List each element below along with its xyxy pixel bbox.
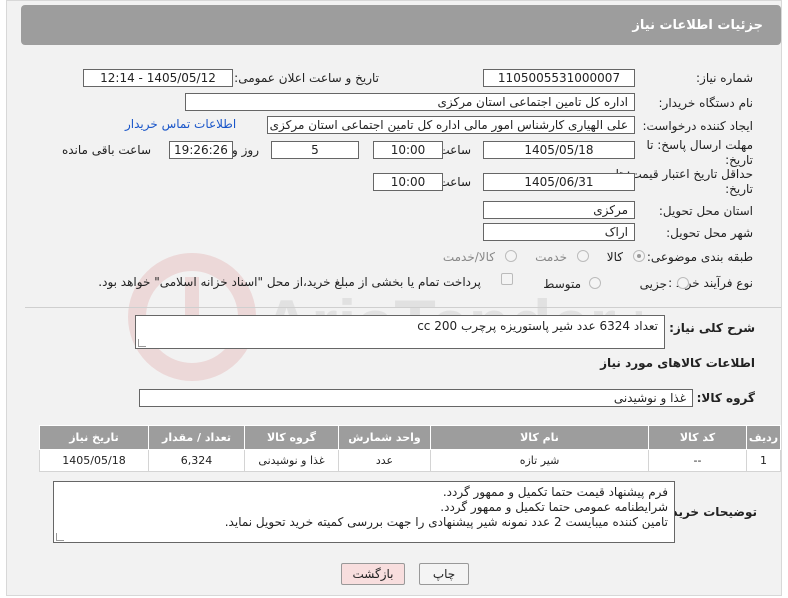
table-row: 1 -- شیر تازه عدد غذا و نوشیدنی 6,324 14…: [39, 449, 781, 472]
description-label: شرح کلی نیاز:: [669, 321, 755, 335]
col-item-name: نام کالا: [430, 425, 649, 450]
col-group: گروه کالا: [244, 425, 339, 450]
buyer-note-line: شرایطنامه عمومی حتما تکمیل و ممهور گردد.: [440, 500, 668, 514]
treasury-payment-checkbox[interactable]: [501, 273, 513, 285]
city-label: شهر محل تحویل:: [666, 226, 753, 240]
price-date-field: 1405/06/31: [483, 173, 635, 191]
goods-section-title: اطلاعات کالاهای مورد نیاز: [600, 356, 755, 370]
goods-table-header: ردیف کد کالا نام کالا واحد شمارش گروه کا…: [39, 425, 781, 450]
cell-row-number: 1: [746, 449, 781, 472]
treasury-payment-note: پرداخت تمام یا بخشی از مبلغ خرید،از محل …: [98, 275, 481, 289]
section-divider: [25, 307, 781, 308]
category-label: طبقه بندی موضوعی:: [646, 250, 753, 264]
page-header: جزئیات اطلاعات نیاز: [21, 5, 781, 45]
back-button[interactable]: بازگشت: [341, 563, 405, 585]
province-label: استان محل تحویل:: [658, 204, 753, 218]
goods-group-field: غذا و نوشیدنی: [139, 389, 693, 407]
category-radio-goods-service[interactable]: [505, 250, 517, 262]
reply-deadline-label: مهلت ارسال پاسخ: تا تاریخ:: [646, 138, 753, 167]
remaining-time-field: 19:26:26: [169, 141, 233, 159]
category-option-goods: کالا: [606, 250, 623, 264]
days-remaining-field: 5: [271, 141, 359, 159]
col-quantity: تعداد / مقدار: [148, 425, 245, 450]
reply-time-field: 10:00: [373, 141, 443, 159]
category-radio-service[interactable]: [577, 250, 589, 262]
cell-quantity: 6,324: [148, 449, 245, 472]
city-field: اراک: [483, 223, 635, 241]
page-title: جزئیات اطلاعات نیاز: [632, 17, 763, 33]
cell-need-date: 1405/05/18: [39, 449, 149, 472]
cell-item-code: --: [648, 449, 747, 472]
goods-group-label: گروه کالا:: [696, 391, 755, 405]
need-number-field: 1105005531000007: [483, 69, 635, 87]
reply-time-label: ساعت: [438, 143, 471, 157]
cell-item-name: شیر تازه: [430, 449, 649, 472]
col-need-date: تاریخ نیاز: [39, 425, 149, 450]
col-row-number: ردیف: [746, 425, 781, 450]
description-textarea[interactable]: تعداد 6324 عدد شیر پاستوریزه پرچرب 200 c…: [135, 315, 665, 349]
creator-field: علی الهیاری کارشناس امور مالی اداره کل ت…: [267, 116, 635, 134]
process-option-minor: جزیی: [639, 277, 667, 291]
process-radio-medium[interactable]: [589, 277, 601, 289]
buyer-note-line: تامین کننده میبایست 2 عدد نمونه شیر پیشن…: [224, 515, 668, 529]
remaining-time-label: ساعت باقی مانده: [61, 143, 151, 157]
buyer-org-label: نام دستگاه خریدار:: [658, 96, 754, 110]
province-field: مرکزی: [483, 201, 635, 219]
process-option-medium: متوسط: [543, 277, 581, 291]
buyer-org-field: اداره کل تامین اجتماعی استان مرکزی: [185, 93, 635, 111]
buyer-note-line: فرم پیشنهاد قیمت حتما تکمیل و ممهور گردد…: [442, 485, 668, 499]
description-text: تعداد 6324 عدد شیر پاستوریزه پرچرب 200 c…: [417, 319, 658, 333]
announce-date-field: 1405/05/12 - 12:14: [83, 69, 233, 87]
col-item-code: کد کالا: [648, 425, 747, 450]
price-time-label: ساعت: [438, 175, 471, 189]
cell-unit: عدد: [338, 449, 431, 472]
print-button[interactable]: چاپ: [419, 563, 469, 585]
category-option-service: خدمت: [535, 250, 567, 264]
resize-handle-icon[interactable]: [56, 533, 64, 541]
buyer-notes-textarea[interactable]: فرم پیشنهاد قیمت حتما تکمیل و ممهور گردد…: [53, 481, 675, 543]
process-radio-minor[interactable]: [677, 277, 689, 289]
need-number-label: شماره نیاز:: [696, 71, 753, 85]
page-panel: جزئیات اطلاعات نیاز AriaTender.net شماره…: [6, 0, 782, 596]
days-label: روز و: [232, 143, 259, 157]
reply-date-field: 1405/05/18: [483, 141, 635, 159]
price-time-field: 10:00: [373, 173, 443, 191]
announce-date-label: تاریخ و ساعت اعلان عمومی:: [234, 71, 379, 85]
category-option-goods-service: کالا/خدمت: [442, 250, 495, 264]
creator-label: ایجاد کننده درخواست:: [642, 119, 753, 133]
resize-handle-icon[interactable]: [138, 339, 146, 347]
buyer-contact-link[interactable]: اطلاعات تماس خریدار: [125, 117, 236, 131]
col-unit: واحد شمارش: [338, 425, 431, 450]
cell-group: غذا و نوشیدنی: [244, 449, 339, 472]
goods-table: ردیف کد کالا نام کالا واحد شمارش گروه کا…: [39, 425, 781, 472]
category-radio-goods[interactable]: [633, 250, 645, 262]
